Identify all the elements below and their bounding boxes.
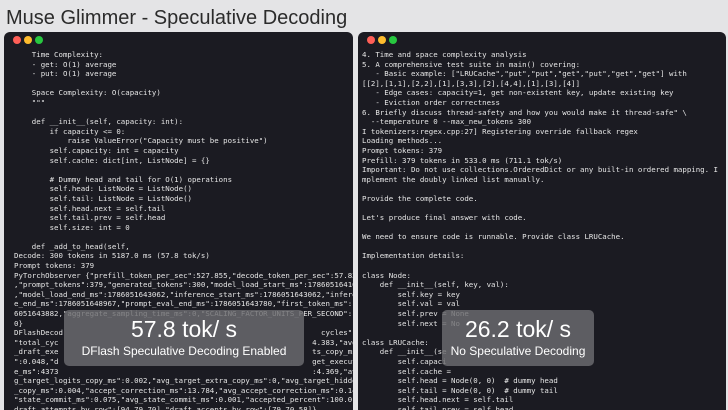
terminal-line: def __init__(self, capacity: int): (14, 117, 184, 127)
terminal-line: 5. A comprehensive test suite in main() … (362, 59, 581, 69)
minimize-window-button[interactable] (378, 36, 386, 44)
terminal-line: raise ValueError("Capacity must be posit… (14, 136, 268, 146)
minimize-window-button[interactable] (24, 36, 32, 44)
terminal-line: self.head = Node(0, 0) # dummy head (362, 376, 558, 386)
terminal-line: We need to ensure code is runnable. Prov… (362, 232, 625, 242)
tokens-per-second-value: 57.8 tok/ s (130, 316, 238, 342)
terminal-line: self.tail.prev = self.head (14, 213, 166, 223)
terminal-line: self.val = val (362, 299, 460, 309)
speed-overlay-baseline: 26.2 tok/ s No Speculative Decoding (442, 310, 594, 366)
terminal-line: I tokenizers:regex.cpp:27] Registering o… (362, 126, 638, 136)
terminal-line: class Node: (362, 270, 411, 280)
terminal-line: - Eviction order correctness (362, 97, 500, 107)
terminal-line: self.capacity: int = capacity (14, 145, 179, 155)
terminal-line: def __init__(self, key, val): (362, 280, 509, 290)
terminal-line: Let's produce final answer with code. (362, 213, 527, 223)
terminal-line: 4. Time and space complexity analysis (362, 50, 527, 59)
decoding-mode-label: DFlash Speculative Decoding Enabled (81, 344, 287, 358)
terminal-line: e_end_ms":1786051648967,"prompt_eval_end… (14, 299, 353, 309)
terminal-line: Time Complexity: (14, 50, 103, 59)
terminal-line: """ (14, 97, 46, 107)
terminal-line: self.key = key (362, 289, 460, 299)
decoding-mode-label: No Speculative Decoding (450, 344, 586, 358)
zoom-window-button[interactable] (389, 36, 397, 44)
terminal-line: ,"prompt_tokens":379,"generated_tokens":… (14, 280, 353, 290)
terminal-line: Prompt tokens: 379 (14, 261, 95, 271)
terminal-titlebar (358, 32, 726, 48)
terminal-line: draft_attempts_by_row":[94,79,70],"draft… (14, 404, 317, 410)
terminal-line: - Edge cases: capacity=1, get non-existe… (362, 88, 674, 98)
slide-title: Muse Glimmer - Speculative Decoding (6, 7, 348, 29)
terminal-line: 6. Briefly discuss thread-safety and how… (362, 107, 687, 117)
terminal-line: [[2],[1,1],[2,2],[1],[3,3],[2],[4,4],[1]… (362, 78, 581, 88)
terminal-line: Loading methods... (362, 136, 443, 146)
terminal-line: self.head.next = self.tail (362, 395, 514, 405)
terminal-line: Space Complexity: O(capacity) (14, 88, 161, 98)
terminal-line: Prompt tokens: 379 (362, 145, 443, 155)
tokens-per-second-value: 26.2 tok/ s (464, 316, 572, 342)
terminal-line: --temperature 0 --max_new_tokens 300 (362, 117, 532, 127)
terminal-line: if capacity <= 0: (14, 126, 126, 136)
terminal-line: self.head: ListNode = ListNode() (14, 184, 192, 194)
speed-overlay-dflash: 57.8 tok/ s DFlash Speculative Decoding … (64, 310, 304, 366)
zoom-window-button[interactable] (35, 36, 43, 44)
close-window-button[interactable] (13, 36, 21, 44)
terminal-line: self.cache: dict[int, ListNode] = {} (14, 155, 210, 165)
terminal-line: self.tail.prev = self.head (362, 404, 514, 410)
terminal-line: "state_commit_ms":0.075,"avg_state_commi… (14, 395, 353, 405)
terminal-line: Prefill: 379 tokens in 533.0 ms (711.1 t… (362, 155, 563, 165)
terminal-line: ,"model_load_end_ms":1786051643062,"infe… (14, 289, 353, 299)
terminal-line: self.head.next = self.tail (14, 203, 166, 213)
terminal-line: self.size: int = 0 (14, 222, 130, 232)
close-window-button[interactable] (367, 36, 375, 44)
terminal-line: g_target_logits_copy_ms":0.002,"avg_targ… (14, 376, 353, 386)
terminal-line: - Basic example: ["LRUCache","put","put"… (362, 69, 687, 79)
terminal-line: PyTorchObserver {"prefill_token_per_sec"… (14, 270, 353, 280)
terminal-line: _copy_ms":0.004,"accept_correction_ms":1… (14, 385, 353, 395)
terminal-line: Implementation details: (362, 251, 465, 261)
terminal-line: mplement the doubly linked list manually… (362, 174, 545, 184)
terminal-line: Important: Do not use collections.Ordere… (362, 165, 718, 175)
terminal-line: self.cache = (362, 366, 451, 376)
terminal-titlebar (4, 32, 353, 48)
terminal-line: def _add_to_head(self, (14, 241, 130, 251)
terminal-line: Provide the complete code. (362, 193, 478, 203)
terminal-line: - put: O(1) average (14, 69, 117, 79)
terminal-line: self.tail: ListNode = ListNode() (14, 193, 192, 203)
terminal-line: self.tail = Node(0, 0) # dummy tail (362, 385, 558, 395)
terminal-line: # Dummy head and tail for O(1) operation… (14, 174, 233, 184)
terminal-line: e_ms":4373 :4.369,"av (14, 366, 353, 376)
terminal-line: Decode: 300 tokens in 5187.0 ms (57.8 to… (14, 251, 210, 261)
terminal-line: - get: O(1) average (14, 59, 117, 69)
